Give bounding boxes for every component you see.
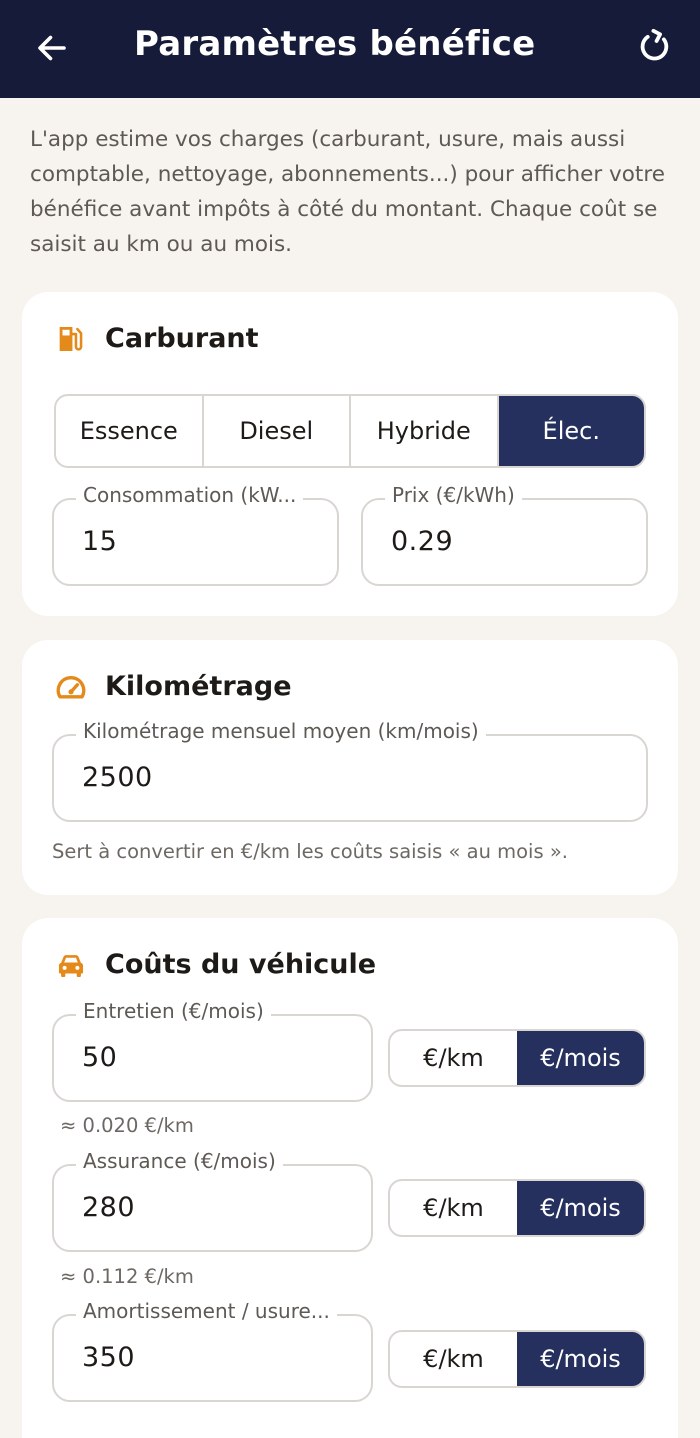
consumption-label: Consommation (kW... <box>76 483 304 507</box>
depreciation-unit-km[interactable]: €/km <box>390 1332 517 1386</box>
insurance-unit-toggle: €/km €/mois <box>388 1179 646 1237</box>
mileage-helper-text: Sert à convertir en €/km les coûts saisi… <box>52 840 568 863</box>
app-bar: Paramètres bénéfice <box>0 0 700 98</box>
price-label: Prix (€/kWh) <box>385 483 522 507</box>
maintenance-value: 50 <box>82 1042 118 1073</box>
depreciation-value: 350 <box>82 1342 136 1373</box>
car-icon <box>58 955 84 978</box>
maintenance-unit-toggle: €/km €/mois <box>388 1029 646 1087</box>
arrow-left-icon <box>38 35 66 61</box>
insurance-unit-km[interactable]: €/km <box>390 1181 517 1235</box>
mileage-title: Kilométrage <box>105 671 292 702</box>
depreciation-field[interactable]: Amortissement / usure... 350 <box>52 1299 373 1402</box>
monthly-mileage-value: 2500 <box>82 762 153 793</box>
maintenance-label: Entretien (€/mois) <box>76 999 271 1023</box>
depreciation-label: Amortissement / usure... <box>76 1299 337 1323</box>
consumption-field[interactable]: Consommation (kW... 15 <box>52 483 339 586</box>
back-button[interactable] <box>30 26 74 70</box>
fuel-title: Carburant <box>105 323 259 354</box>
insurance-value: 280 <box>82 1192 136 1223</box>
depreciation-unit-month[interactable]: €/mois <box>517 1332 644 1386</box>
monthly-mileage-label: Kilométrage mensuel moyen (km/mois) <box>76 719 486 743</box>
price-value: 0.29 <box>391 526 454 557</box>
speedometer-icon <box>56 675 86 699</box>
depreciation-unit-toggle: €/km €/mois <box>388 1330 646 1388</box>
mileage-card: Kilométrage Kilométrage mensuel moyen (k… <box>22 640 678 895</box>
fuel-type-selector: Essence Diesel Hybride Élec. <box>54 394 646 468</box>
maintenance-unit-month[interactable]: €/mois <box>517 1031 644 1085</box>
fuel-option-elec[interactable]: Élec. <box>498 396 644 466</box>
insurance-label: Assurance (€/mois) <box>76 1149 283 1173</box>
insurance-per-km: ≈ 0.112 €/km <box>60 1265 194 1288</box>
price-field[interactable]: Prix (€/kWh) 0.29 <box>361 483 648 586</box>
fuel-option-essence[interactable]: Essence <box>56 396 204 466</box>
fuel-card: Carburant Essence Diesel Hybride Élec. C… <box>22 292 678 616</box>
vehicle-costs-title: Coûts du véhicule <box>105 949 377 980</box>
consumption-value: 15 <box>82 526 118 557</box>
insurance-field[interactable]: Assurance (€/mois) 280 <box>52 1149 373 1252</box>
insurance-unit-month[interactable]: €/mois <box>517 1181 644 1235</box>
fuel-option-hybride[interactable]: Hybride <box>351 396 499 466</box>
maintenance-field[interactable]: Entretien (€/mois) 50 <box>52 999 373 1102</box>
maintenance-per-km: ≈ 0.020 €/km <box>60 1114 194 1137</box>
page-title: Paramètres bénéfice <box>134 24 536 64</box>
reset-button[interactable] <box>632 24 678 70</box>
maintenance-unit-km[interactable]: €/km <box>390 1031 517 1085</box>
monthly-mileage-field[interactable]: Kilométrage mensuel moyen (km/mois) 2500 <box>52 719 648 822</box>
refresh-icon <box>640 28 669 61</box>
fuel-pump-icon <box>59 326 83 352</box>
intro-text: L'app estime vos charges (carburant, usu… <box>30 127 665 257</box>
fuel-option-diesel[interactable]: Diesel <box>204 396 351 466</box>
